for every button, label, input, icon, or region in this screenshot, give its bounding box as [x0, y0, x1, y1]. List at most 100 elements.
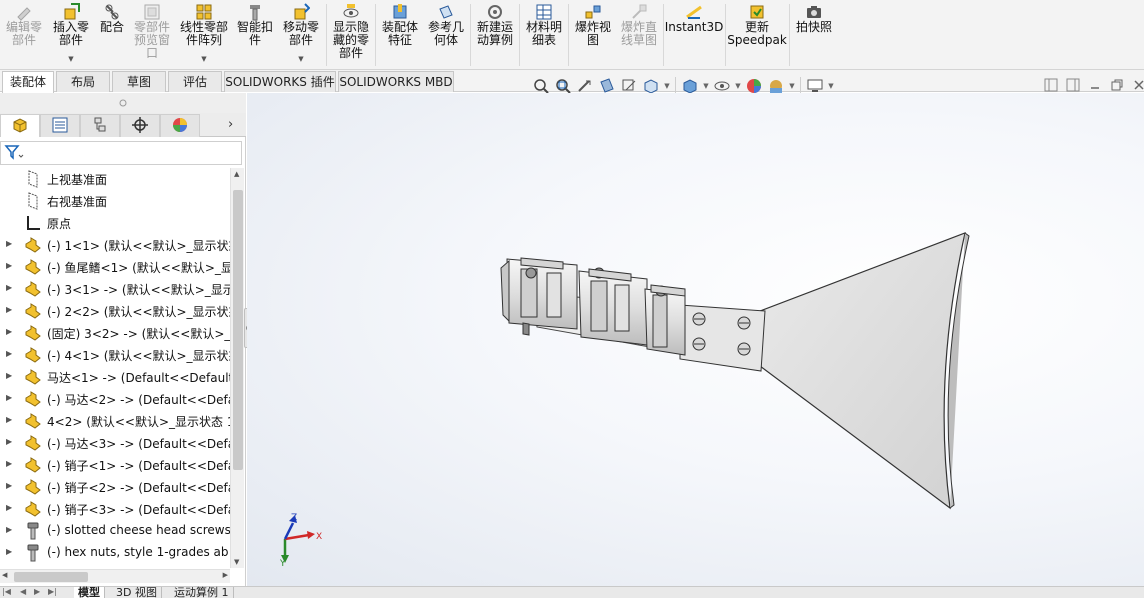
expand-arrow-icon[interactable]: ▶	[6, 547, 12, 556]
hide-show-dropdown[interactable]: ▼	[733, 82, 743, 90]
edit-component-button[interactable]: 编辑零 部件	[2, 0, 46, 70]
tab-motion-study-1[interactable]: 运动算例 1	[170, 587, 234, 598]
tree-item[interactable]: 上视基准面	[0, 168, 230, 190]
tab-solidworks-addins[interactable]: SOLIDWORKS 插件	[224, 71, 336, 92]
scroll-right-icon[interactable]: ▶	[223, 571, 228, 579]
horizontal-scroll-thumb[interactable]	[14, 572, 88, 582]
tab-nav-first-icon[interactable]: |◀	[2, 587, 11, 596]
view-settings-dropdown[interactable]: ▼	[826, 82, 836, 90]
expand-arrow-icon[interactable]: ▶	[6, 239, 12, 248]
tab-model[interactable]: 模型	[74, 587, 105, 598]
tree-item[interactable]: ▶ 马达<1> -> (Default<<Default>	[0, 366, 230, 388]
move-component-button[interactable]: 移动零 部件 ▼	[279, 0, 323, 70]
graphics-area[interactable]: X Y Z	[247, 93, 1144, 586]
tree-item[interactable]: ▶ (-) 销子<1> -> (Default<<Defau	[0, 454, 230, 476]
scroll-up-icon[interactable]: ▲	[234, 170, 239, 178]
tab-nav-next-icon[interactable]: ▶	[34, 587, 40, 596]
propertymanager-icon	[51, 116, 69, 137]
propertymanager-tab[interactable]	[40, 114, 80, 137]
expand-arrow-icon[interactable]: ▶	[6, 481, 12, 490]
tab-layout[interactable]: 布局	[56, 71, 110, 92]
linear-pattern-button[interactable]: 线性零部 件阵列 ▼	[176, 0, 232, 70]
displaymanager-tab[interactable]	[160, 114, 200, 137]
featuremanager-tab[interactable]	[0, 114, 40, 137]
tab-sketch[interactable]: 草图	[112, 71, 166, 92]
new-motion-study-button[interactable]: 新建运 动算例	[473, 0, 517, 70]
scroll-down-icon[interactable]: ▼	[234, 558, 239, 566]
configurationmanager-tab[interactable]	[80, 114, 120, 137]
tab-assembly[interactable]: 装配体	[2, 71, 54, 93]
view-orientation-dropdown[interactable]: ▼	[662, 82, 672, 90]
tree-item[interactable]: ▶ (-) 销子<3> -> (Default<<Defau	[0, 498, 230, 520]
tile-right-icon[interactable]	[1066, 78, 1080, 95]
assembly-model[interactable]	[247, 93, 1144, 586]
linear-pattern-label: 线性零部 件阵列	[179, 20, 228, 47]
tree-item[interactable]: 原点	[0, 212, 230, 234]
assembly-features-button[interactable]: 装配体 特征	[378, 0, 422, 70]
expand-arrow-icon[interactable]: ▶	[6, 459, 12, 468]
bom-button[interactable]: 材料明 细表	[522, 0, 566, 70]
scroll-left-icon[interactable]: ◀	[2, 571, 7, 579]
tree-item[interactable]: ▶ (-) 鱼尾鳍<1> (默认<<默认>_显示	[0, 256, 230, 278]
expand-arrow-icon[interactable]: ▶	[6, 503, 12, 512]
snapshot-button[interactable]: 拍快照	[792, 0, 836, 70]
tab-3d-view[interactable]: 3D 视图	[112, 587, 162, 598]
part-icon	[24, 346, 42, 364]
update-speedpak-button[interactable]: 更新 Speedpak	[727, 0, 787, 70]
vertical-scroll-thumb[interactable]	[233, 190, 243, 470]
mate-button[interactable]: 配合	[96, 0, 128, 70]
show-hidden-components-button[interactable]: 显示隐 藏的零 部件	[329, 0, 373, 70]
expand-arrow-icon[interactable]: ▶	[6, 283, 12, 292]
tree-item[interactable]: ▶ (-) 4<1> (默认<<默认>_显示状态	[0, 344, 230, 366]
expand-arrow-icon[interactable]: ▶	[6, 437, 12, 446]
apply-scene-dropdown[interactable]: ▼	[787, 82, 797, 90]
restore-icon[interactable]	[1110, 78, 1124, 95]
instant3d-button[interactable]: Instant3D	[665, 0, 723, 70]
expand-arrow-icon[interactable]: ▶	[6, 349, 12, 358]
smart-fasteners-button[interactable]: 智能扣 件	[234, 0, 276, 70]
tail-fin[interactable]	[759, 232, 966, 510]
tab-evaluate[interactable]: 评估	[168, 71, 222, 92]
expand-arrow-icon[interactable]: ▶	[6, 415, 12, 424]
tree-item[interactable]: 右视基准面	[0, 190, 230, 212]
pane-collapse-handle[interactable]	[0, 93, 246, 113]
tree-item[interactable]: ▶ (-) 马达<3> -> (Default<<Defau	[0, 432, 230, 454]
tree-item[interactable]: ▶ (-) slotted cheese head screws	[0, 520, 230, 542]
tab-nav-last-icon[interactable]: ▶|	[48, 587, 57, 596]
insert-components-dropdown-arrow[interactable]: ▼	[68, 55, 73, 63]
exploded-view-button[interactable]: 爆炸视 图	[571, 0, 615, 70]
tree-horizontal-scrollbar[interactable]: ◀ ▶	[0, 569, 230, 583]
tabs-scroll-right-icon[interactable]: ›	[228, 117, 233, 132]
reference-geometry-button[interactable]: 参考几 何体	[424, 0, 468, 70]
tile-left-icon[interactable]	[1044, 78, 1058, 95]
expand-arrow-icon[interactable]: ▶	[6, 393, 12, 402]
tree-vertical-scrollbar[interactable]: ▲ ▼	[230, 168, 244, 568]
tree-item[interactable]: ▶ (固定) 3<2> -> (默认<<默认>_显	[0, 322, 230, 344]
insert-components-button[interactable]: 插入零 部件 ▼	[49, 0, 93, 70]
tab-solidworks-mbd[interactable]: SOLIDWORKS MBD	[338, 71, 454, 92]
tab-nav-prev-icon[interactable]: ◀	[20, 587, 26, 596]
tree-item[interactable]: ▶ (-) 马达<2> -> (Default<<Defau	[0, 388, 230, 410]
linear-pattern-dropdown-arrow[interactable]: ▼	[201, 55, 206, 63]
tree-item[interactable]: ▶ (-) 销子<2> -> (Default<<Defau	[0, 476, 230, 498]
minimize-icon[interactable]	[1088, 78, 1102, 95]
part-icon	[24, 390, 42, 408]
tree-item[interactable]: ▶ 4<2> (默认<<默认>_显示状态 1>	[0, 410, 230, 432]
dimxpert-tab[interactable]	[120, 114, 160, 137]
display-style-dropdown[interactable]: ▼	[701, 82, 711, 90]
tree-filter-bar[interactable]	[0, 141, 242, 165]
explode-line-sketch-button[interactable]: 爆炸直 线草图	[617, 0, 661, 70]
close-icon[interactable]	[1132, 78, 1144, 95]
expand-arrow-icon[interactable]: ▶	[6, 305, 12, 314]
expand-arrow-icon[interactable]: ▶	[6, 261, 12, 270]
expand-arrow-icon[interactable]: ▶	[6, 525, 12, 534]
filter-icon[interactable]	[4, 144, 24, 163]
expand-arrow-icon[interactable]: ▶	[6, 371, 12, 380]
tree-item[interactable]: ▶ (-) hex nuts, style 1-grades ab g	[0, 542, 230, 564]
expand-arrow-icon[interactable]: ▶	[6, 327, 12, 336]
tree-item[interactable]: ▶ (-) 3<1> -> (默认<<默认>_显示	[0, 278, 230, 300]
tree-item[interactable]: ▶ (-) 1<1> (默认<<默认>_显示状态	[0, 234, 230, 256]
tree-item[interactable]: ▶ (-) 2<2> (默认<<默认>_显示状态	[0, 300, 230, 322]
component-preview-button[interactable]: 零部件 预览窗 口	[130, 0, 174, 70]
move-component-dropdown-arrow[interactable]: ▼	[298, 55, 303, 63]
